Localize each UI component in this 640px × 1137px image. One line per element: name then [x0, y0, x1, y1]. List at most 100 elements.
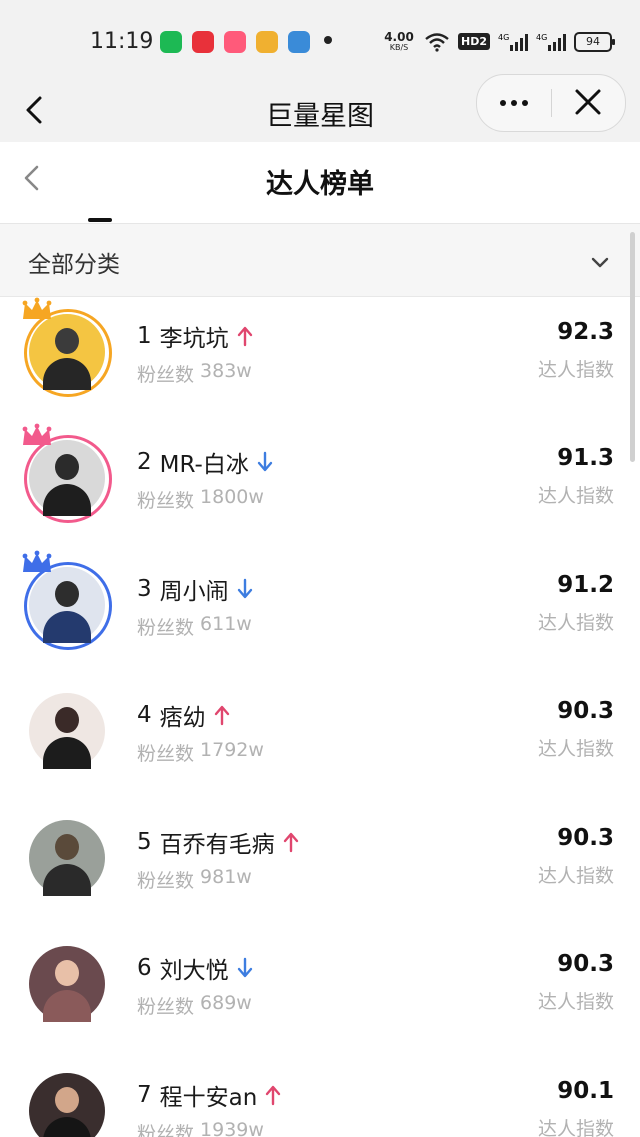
avatar-figure-body — [43, 611, 91, 643]
ranking-list: 1 李坑坑 粉丝数 383w 92.3 达人指数 2 MR-白冰 粉丝数 1800w 91.3 达人指… — [0, 297, 640, 1137]
influencer-name-line[interactable]: 5 百乔有毛病 — [137, 825, 299, 859]
avatar-figure-body — [43, 484, 91, 516]
list-item[interactable]: 4 痞幼 粉丝数 1792w 90.3 达人指数 — [0, 676, 640, 802]
crown-icon — [22, 550, 52, 572]
rank-number: 1 — [137, 323, 152, 349]
follower-count-label: 粉丝数 — [137, 870, 195, 892]
follower-count: 粉丝数 383w — [137, 360, 252, 387]
avatar[interactable] — [22, 423, 112, 523]
influencer-name-line[interactable]: 7 程十安an — [137, 1078, 281, 1112]
crown-icon — [22, 423, 52, 445]
influencer-name: 李坑坑 — [159, 326, 229, 352]
list-item[interactable]: 1 李坑坑 粉丝数 383w 92.3 达人指数 — [0, 297, 640, 423]
avatar-image — [29, 314, 105, 390]
tab-indicator — [88, 218, 112, 222]
avatar-image — [29, 820, 105, 896]
influencer-name: MR-白冰 — [159, 452, 249, 478]
trend-up-icon — [266, 1085, 281, 1106]
trend-up-icon — [237, 326, 252, 347]
avatar[interactable] — [24, 941, 110, 1027]
trend-down-icon — [237, 578, 252, 599]
avatar-image — [29, 946, 105, 1022]
app-notification-icon — [160, 31, 182, 53]
influencer-score-label: 达人指数 — [537, 865, 614, 887]
influencer-name-line[interactable]: 6 刘大悦 — [137, 951, 253, 985]
rank-number: 4 — [137, 702, 152, 728]
status-bar: 11:19 4.00 KB/S HD2 4G 4G 94 — [0, 0, 640, 78]
rank-number: 3 — [137, 576, 152, 602]
chevron-down-icon — [591, 257, 609, 268]
app-notification-icon — [256, 31, 278, 53]
influencer-name: 周小闹 — [159, 579, 229, 605]
rank-number: 5 — [137, 829, 152, 855]
influencer-name-line[interactable]: 4 痞幼 — [137, 698, 230, 732]
avatar-figure-body — [43, 358, 91, 390]
avatar-figure-head — [55, 834, 79, 860]
follower-count: 粉丝数 1939w — [137, 1119, 264, 1137]
more-dots-icon[interactable] — [477, 75, 551, 131]
signal-label: 4G — [536, 33, 547, 42]
influencer-score: 90.3 — [557, 951, 614, 977]
avatar-figure-head — [55, 960, 79, 986]
follower-count-value: 383w — [200, 360, 252, 382]
status-time: 11:19 — [90, 29, 154, 54]
avatar[interactable] — [24, 1068, 110, 1137]
influencer-name-line[interactable]: 1 李坑坑 — [137, 319, 253, 353]
page-header: 达人榜单 — [0, 142, 640, 224]
avatar-image — [29, 1073, 105, 1137]
follower-count: 粉丝数 981w — [137, 866, 252, 893]
avatar-figure-body — [43, 990, 91, 1022]
list-item[interactable]: 5 百乔有毛病粉丝数 981w 90.3 达人指数 — [0, 803, 640, 929]
network-speed-unit: KB/S — [389, 43, 409, 52]
avatar[interactable] — [22, 297, 112, 397]
avatar-image — [29, 693, 105, 769]
list-item[interactable]: 2 MR-白冰 粉丝数 1800w 91.3 达人指数 — [0, 423, 640, 549]
influencer-name: 百乔有毛病 — [159, 832, 275, 858]
influencer-score-label: 达人指数 — [537, 991, 614, 1013]
avatar-figure-head — [55, 328, 79, 354]
follower-count-label: 粉丝数 — [137, 364, 195, 386]
wifi-icon — [425, 32, 449, 52]
influencer-score: 90.3 — [557, 825, 614, 851]
avatar[interactable] — [22, 550, 112, 650]
page-title: 达人榜单 — [266, 169, 374, 200]
follower-count-value: 689w — [200, 992, 252, 1014]
follower-count-value: 981w — [200, 866, 252, 888]
avatar-figure-body — [43, 737, 91, 769]
avatar-image — [29, 440, 105, 516]
follower-count: 粉丝数 611w — [137, 613, 252, 640]
trend-up-icon — [214, 705, 229, 726]
network-speed-value: 4.00 — [384, 30, 414, 44]
trend-down-icon — [237, 957, 252, 978]
influencer-name-line[interactable]: 3 周小闹 — [137, 572, 253, 606]
follower-count-value: 611w — [200, 613, 252, 635]
close-icon[interactable] — [552, 75, 625, 131]
avatar-figure-head — [55, 707, 79, 733]
influencer-name: 程十安an — [159, 1085, 258, 1111]
follower-count: 粉丝数 689w — [137, 992, 252, 1019]
list-item[interactable]: 6 刘大悦粉丝数 689w 90.3 达人指数 — [0, 929, 640, 1055]
influencer-score: 91.2 — [557, 572, 614, 598]
follower-count-label: 粉丝数 — [137, 617, 195, 639]
rank-number: 6 — [137, 955, 152, 981]
signal-label: 4G — [498, 33, 509, 42]
rank-number: 2 — [137, 449, 152, 475]
category-filter[interactable]: 全部分类 — [0, 224, 640, 297]
mini-program-navbar: 巨量星图 — [0, 74, 640, 142]
follower-count-value: 1939w — [200, 1119, 264, 1137]
avatar-figure-head — [55, 454, 79, 480]
list-item[interactable]: 7 程十安an 粉丝数 1939w 90.1 达人指数 — [0, 1056, 640, 1137]
influencer-name-line[interactable]: 2 MR-白冰 — [137, 445, 273, 479]
avatar[interactable] — [24, 688, 110, 774]
battery-icon: 94 — [574, 31, 615, 52]
influencer-score: 90.3 — [557, 698, 614, 724]
avatar[interactable] — [24, 815, 110, 901]
hd-badge: HD2 — [458, 33, 490, 50]
list-item[interactable]: 3 周小闹粉丝数 611w 91.2 达人指数 — [0, 550, 640, 676]
influencer-score-label: 达人指数 — [537, 359, 614, 381]
crown-icon — [22, 297, 52, 319]
influencer-score-label: 达人指数 — [537, 612, 614, 634]
trend-up-icon — [283, 832, 298, 853]
influencer-name: 刘大悦 — [159, 958, 229, 984]
category-filter-label: 全部分类 — [28, 252, 120, 278]
